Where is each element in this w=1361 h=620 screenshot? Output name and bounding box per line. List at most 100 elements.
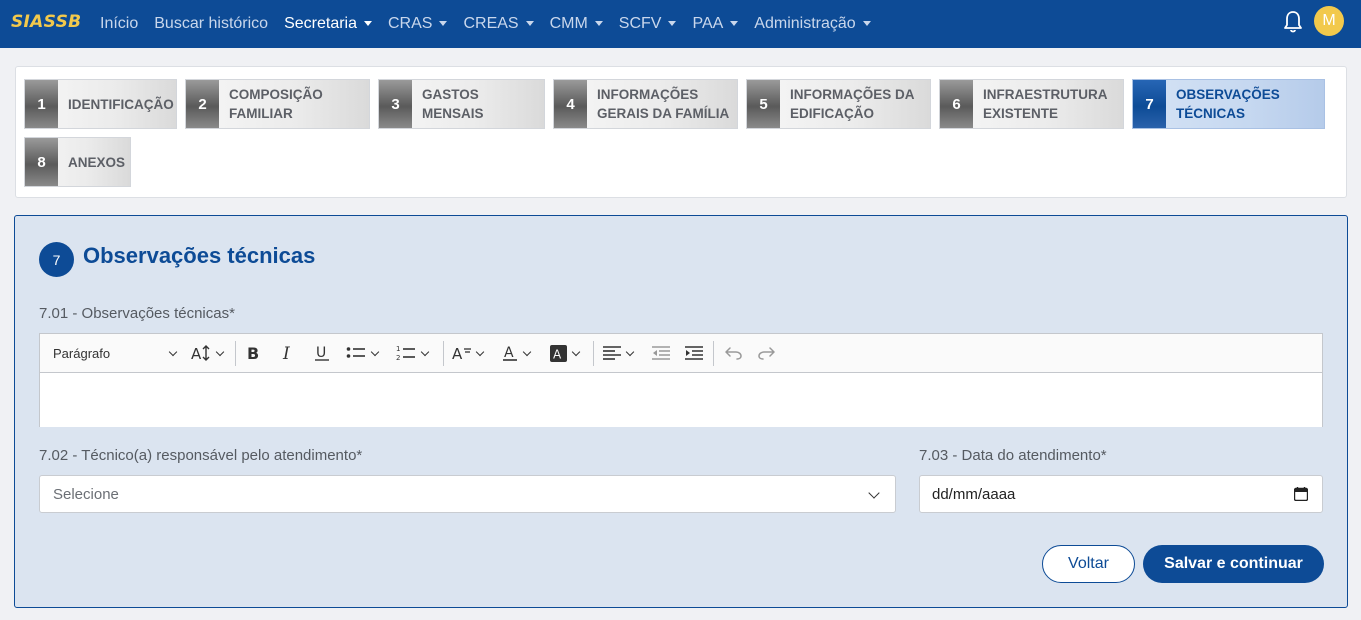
chevron-down-icon	[625, 347, 635, 356]
bulleted-list-icon[interactable]	[346, 334, 380, 372]
nav-item-label: CMM	[549, 15, 588, 32]
caret-down-icon	[525, 20, 534, 26]
paragraph-style-dropdown[interactable]: Parágrafo	[53, 334, 178, 372]
undo-icon[interactable]	[724, 334, 742, 372]
nav-item-4[interactable]: CREAS	[463, 15, 534, 33]
svg-text:A: A	[553, 347, 562, 361]
tecnico-select-value: Selecione	[53, 486, 119, 503]
chevron-down-icon	[475, 347, 485, 356]
step-number: 1	[25, 80, 58, 128]
step-infraestrutura-existente[interactable]: 6 INFRAESTRUTURA EXISTENTE	[939, 79, 1124, 129]
editor-content-area[interactable]	[40, 373, 1322, 427]
nav-item-5[interactable]: CMM	[550, 15, 603, 33]
section-number-badge: 7	[39, 242, 74, 277]
background-color-icon[interactable]: A	[550, 334, 581, 372]
bell-icon[interactable]	[1283, 10, 1303, 34]
outdent-icon[interactable]	[652, 334, 670, 372]
step-label: ANEXOS	[68, 154, 126, 170]
steps-card: 1 IDENTIFICAÇÃO 2 COMPOSIÇÃO FAMILIAR 3 …	[15, 66, 1347, 198]
chevron-down-icon	[370, 347, 380, 356]
caret-down-icon	[668, 20, 677, 26]
bold-icon[interactable]: B	[246, 334, 262, 372]
font-size-icon[interactable]: A	[191, 334, 225, 372]
svg-text:B: B	[247, 344, 259, 362]
step-number: 7	[1133, 80, 1166, 128]
svg-text:U: U	[316, 345, 326, 361]
nav-item-label: CREAS	[463, 15, 519, 32]
nav-item-3[interactable]: CRAS	[388, 15, 448, 33]
chevron-down-icon	[168, 347, 178, 356]
caret-down-icon	[594, 20, 603, 26]
align-icon[interactable]	[603, 334, 635, 372]
toolbar-divider	[593, 341, 594, 366]
svg-text:I: I	[282, 344, 290, 362]
step-informacoes-gerais-familia[interactable]: 4 INFORMAÇÕES GERAIS DA FAMÍLIA	[553, 79, 738, 129]
nav-item-1[interactable]: Buscar histórico	[154, 15, 268, 33]
nav-item-7[interactable]: PAA	[692, 15, 739, 33]
underline-icon[interactable]: U	[314, 334, 330, 372]
step-label: GASTOS MENSAIS	[422, 87, 484, 121]
step-label: IDENTIFICAÇÃO	[68, 96, 174, 112]
top-navbar: SIASSB Início Buscar histórico Secretaria C…	[0, 0, 1361, 48]
nav-item-label: PAA	[692, 15, 724, 32]
toolbar-divider	[443, 341, 444, 366]
svg-text:1: 1	[396, 345, 400, 353]
italic-icon[interactable]: I	[281, 334, 295, 372]
text-style-icon[interactable]: A	[452, 334, 485, 372]
data-atendimento-label: 7.03 - Data do atendimento*	[919, 447, 1107, 464]
nav-item-label: SCFV	[618, 15, 662, 32]
observacoes-label: 7.01 - Observações técnicas*	[39, 305, 235, 322]
chevron-down-icon	[868, 487, 880, 499]
step-anexos[interactable]: 8 ANEXOS	[24, 137, 131, 187]
step-label: INFRAESTRUTURA EXISTENTE	[983, 87, 1108, 121]
nav-item-2[interactable]: Secretaria	[284, 15, 372, 33]
section-title: Observações técnicas	[83, 243, 316, 268]
caret-down-icon	[439, 20, 448, 26]
step-composicao-familiar[interactable]: 2 COMPOSIÇÃO FAMILIAR	[185, 79, 370, 129]
form-card: 7 Observações técnicas 7.01 - Observaçõe…	[14, 215, 1348, 608]
step-informacoes-edificacao[interactable]: 5 INFORMAÇÕES DA EDIFICAÇÃO	[746, 79, 931, 129]
caret-down-icon	[364, 20, 372, 26]
nav-item-8[interactable]: Administração	[754, 15, 871, 33]
brand-logo[interactable]: SIASSB	[11, 12, 81, 32]
step-number: 8	[25, 138, 58, 186]
editor-toolbar: Parágrafo A B I U 12 A A A	[40, 334, 1322, 373]
svg-text:A: A	[191, 345, 202, 362]
chevron-down-icon	[420, 347, 430, 356]
step-identificacao[interactable]: 1 IDENTIFICAÇÃO	[24, 79, 177, 129]
tecnico-label: 7.02 - Técnico(a) responsável pelo atend…	[39, 447, 363, 464]
nav-item-label: Início	[100, 15, 139, 32]
save-continue-button[interactable]: Salvar e continuar	[1143, 545, 1324, 583]
nav-menu: Início Buscar histórico Secretaria CRAS CREA…	[100, 0, 887, 48]
svg-text:A: A	[504, 345, 514, 361]
step-label: INFORMAÇÕES DA EDIFICAÇÃO	[790, 87, 915, 121]
nav-item-6[interactable]: SCFV	[619, 15, 677, 33]
font-color-icon[interactable]: A	[502, 334, 532, 372]
tecnico-select[interactable]: Selecione	[39, 475, 896, 513]
caret-down-icon	[730, 20, 739, 26]
user-avatar[interactable]: M	[1314, 6, 1344, 36]
chevron-down-icon	[215, 347, 225, 356]
step-gastos-mensais[interactable]: 3 GASTOS MENSAIS	[378, 79, 545, 129]
step-number: 2	[186, 80, 219, 128]
indent-icon[interactable]	[685, 334, 703, 372]
step-label: OBSERVAÇÕES TÉCNICAS	[1176, 87, 1280, 121]
redo-icon[interactable]	[758, 334, 776, 372]
calendar-icon[interactable]	[1294, 487, 1308, 501]
toolbar-divider	[713, 341, 714, 366]
back-button[interactable]: Voltar	[1042, 545, 1135, 583]
data-atendimento-input[interactable]: dd/mm/aaaa	[919, 475, 1323, 513]
chevron-down-icon	[571, 347, 581, 356]
caret-down-icon	[862, 20, 871, 26]
toolbar-divider	[235, 341, 236, 366]
nav-item-0[interactable]: Início	[100, 15, 138, 33]
svg-text:2: 2	[396, 354, 400, 362]
step-number: 3	[379, 80, 412, 128]
step-observacoes-tecnicas[interactable]: 7 OBSERVAÇÕES TÉCNICAS	[1132, 79, 1325, 129]
nav-item-label: Buscar histórico	[154, 15, 269, 32]
nav-item-label: Secretaria	[284, 15, 357, 32]
chevron-down-icon	[522, 347, 532, 356]
numbered-list-icon[interactable]: 12	[396, 334, 430, 372]
step-label: INFORMAÇÕES GERAIS DA FAMÍLIA	[597, 87, 730, 121]
step-number: 4	[554, 80, 587, 128]
